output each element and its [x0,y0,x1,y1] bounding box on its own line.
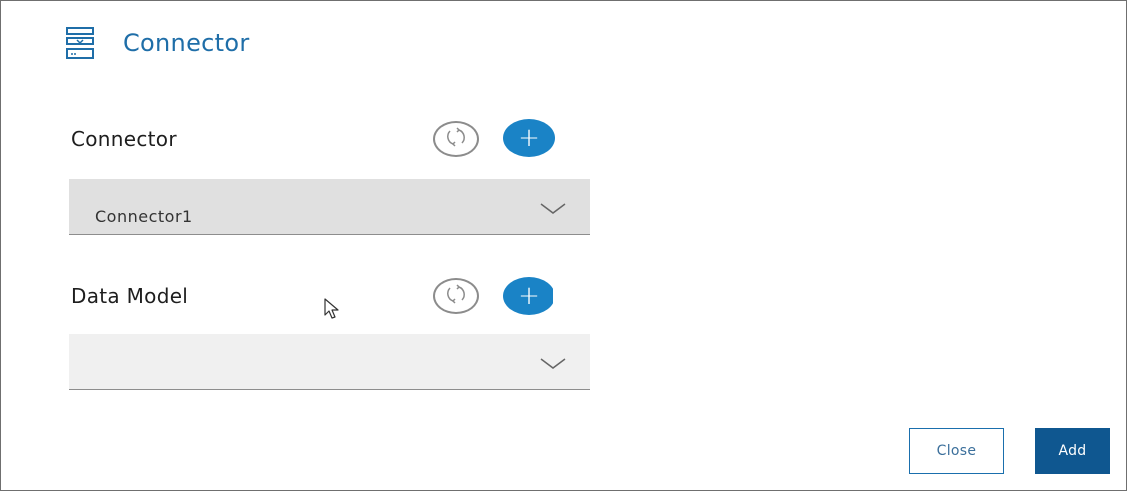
close-button[interactable]: Close [909,428,1004,474]
data-model-add-button[interactable]: + [503,277,555,315]
data-model-refresh-button[interactable] [433,278,479,314]
refresh-icon [444,126,468,152]
connector-add-button[interactable]: + [503,119,555,157]
plus-icon: + [518,281,540,311]
refresh-icon [444,283,468,309]
connector-dropdown-value: Connector1 [95,207,193,226]
plus-icon: + [518,123,540,153]
chevron-down-icon [540,201,566,220]
connector-refresh-button[interactable] [433,121,479,157]
mouse-pointer-icon [323,297,343,325]
connector-dropdown[interactable]: Connector1 [69,179,590,235]
connector-dialog: Connector Connector + Connector1 Data Mo… [0,0,1127,491]
chevron-down-icon [540,356,566,375]
connector-label: Connector [71,127,177,151]
data-model-label: Data Model [71,284,189,308]
add-button[interactable]: Add [1035,428,1110,474]
dialog-header: Connector [61,23,250,63]
server-stack-icon [61,23,99,63]
data-model-dropdown[interactable] [69,334,590,390]
add-button-clip [553,277,561,317]
dialog-title: Connector [123,29,250,57]
